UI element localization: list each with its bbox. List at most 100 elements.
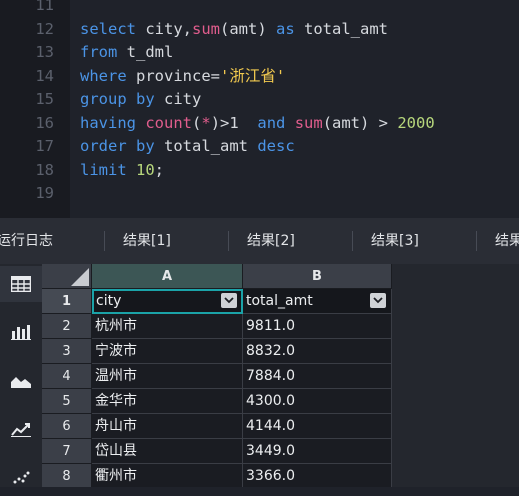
area-chart-icon xyxy=(11,377,31,388)
header-cell-city[interactable]: city xyxy=(92,289,243,314)
header-cell-total-amt[interactable]: total_amt xyxy=(243,289,392,314)
cell-city[interactable]: 温州市 xyxy=(92,364,243,389)
table-row: 6 舟山市 4144.0 xyxy=(42,414,392,439)
tab-divider xyxy=(352,231,353,251)
cell-city[interactable]: 金华市 xyxy=(92,389,243,414)
code-line[interactable]: 13 from t_dml xyxy=(0,41,519,64)
code-token: '浙江省' xyxy=(220,66,286,85)
scatter-chart-view-button[interactable] xyxy=(0,460,42,496)
result-tab-bar: 运行日志 结果[1] 结果[2] 结果[3] 结果 xyxy=(0,218,519,264)
table-row: 2 杭州市 9811.0 xyxy=(42,314,392,339)
code-token: 10 xyxy=(136,160,155,179)
code-line[interactable]: 14 where province='浙江省' xyxy=(0,65,519,88)
line-number: 12 xyxy=(35,19,54,38)
line-number: 19 xyxy=(35,184,54,202)
code-text: where province='浙江省' xyxy=(80,65,285,88)
table-row: 7 岱山县 3449.0 xyxy=(42,439,392,464)
chevron-down-icon xyxy=(373,297,383,304)
cell-total-amt[interactable]: 7884.0 xyxy=(243,364,392,389)
scatter-icon xyxy=(13,471,30,484)
row-number[interactable]: 1 xyxy=(42,289,92,314)
code-token: as xyxy=(276,19,304,38)
table-row: 3 宁波市 8832.0 xyxy=(42,339,392,364)
row-number[interactable]: 6 xyxy=(42,414,92,439)
row-number[interactable]: 7 xyxy=(42,439,92,464)
tab-result-1[interactable]: 结果[1] xyxy=(123,218,171,264)
code-line[interactable]: 17 order by total_amt desc xyxy=(0,135,519,158)
table-row: 5 金华市 4300.0 xyxy=(42,389,392,414)
tab-divider xyxy=(104,231,105,251)
code-text: order by total_amt desc xyxy=(80,135,295,158)
cell-total-amt[interactable]: 3449.0 xyxy=(243,439,392,464)
code-line[interactable]: 18 limit 10; xyxy=(0,159,519,182)
cell-city[interactable]: 舟山市 xyxy=(92,414,243,439)
line-number: 11 xyxy=(35,0,54,14)
row-number[interactable]: 5 xyxy=(42,389,92,414)
code-line[interactable]: 16 having count(*)>1 and sum(amt) > 2000 xyxy=(0,112,519,135)
row-number[interactable]: 2 xyxy=(42,314,92,339)
code-token: total_amt xyxy=(164,137,258,155)
select-all-corner[interactable] xyxy=(42,264,92,289)
header-label-city: city xyxy=(96,293,122,309)
code-token: city xyxy=(164,90,202,108)
cell-city[interactable]: 衢州市 xyxy=(92,464,243,487)
code-token: ; xyxy=(154,160,165,179)
code-text: group by city xyxy=(80,88,201,111)
line-number: 18 xyxy=(35,160,54,179)
code-text: having count(*)>1 and sum(amt) > 2000 xyxy=(80,112,435,135)
row-number[interactable]: 4 xyxy=(42,364,92,389)
tab-result-2[interactable]: 结果[2] xyxy=(247,218,295,264)
tab-divider xyxy=(476,231,477,251)
line-number: 13 xyxy=(35,43,54,61)
code-token: and xyxy=(257,113,295,132)
column-header-a[interactable]: A xyxy=(92,264,243,289)
code-line[interactable]: 12 select city,sum(amt) as total_amt xyxy=(0,18,519,41)
filter-dropdown-total-amt[interactable] xyxy=(370,293,386,308)
header-label-total-amt: total_amt xyxy=(246,293,313,309)
code-token: select xyxy=(80,19,146,38)
bar-chart-view-button[interactable] xyxy=(0,314,42,350)
code-token: sum xyxy=(192,19,220,38)
code-token: (amt) > xyxy=(322,113,398,132)
line-number: 14 xyxy=(35,66,54,85)
filter-dropdown-city[interactable] xyxy=(221,293,237,308)
column-header-b[interactable]: B xyxy=(243,264,392,289)
code-token: group by xyxy=(80,90,164,108)
tab-run-log[interactable]: 运行日志 xyxy=(0,218,53,264)
grid-empty-area xyxy=(392,264,519,487)
code-token: count xyxy=(145,113,192,132)
code-token: 2000 xyxy=(397,113,435,132)
cell-total-amt[interactable]: 9811.0 xyxy=(243,314,392,339)
tab-result-3[interactable]: 结果[3] xyxy=(371,218,419,264)
code-line[interactable]: 19 xyxy=(0,182,519,205)
view-mode-toolbar xyxy=(0,264,42,487)
code-line[interactable]: 15 group by city xyxy=(0,88,519,111)
cell-city[interactable]: 杭州市 xyxy=(92,314,243,339)
table-row: 8 衢州市 3366.0 xyxy=(42,464,392,487)
code-line[interactable]: 11 xyxy=(0,0,519,17)
bar-chart-icon xyxy=(11,325,31,340)
cell-total-amt[interactable]: 4300.0 xyxy=(243,389,392,414)
code-token: sum xyxy=(294,113,323,132)
sql-editor[interactable]: 11 12 select city,sum(amt) as total_amt 13 f… xyxy=(0,0,519,218)
line-chart-view-button[interactable] xyxy=(0,411,42,447)
cell-city[interactable]: 岱山县 xyxy=(92,439,243,464)
tab-result-4[interactable]: 结果 xyxy=(495,218,519,264)
cell-total-amt[interactable]: 8832.0 xyxy=(243,339,392,364)
area-chart-view-button[interactable] xyxy=(0,363,42,399)
select-all-triangle-icon xyxy=(71,268,89,286)
cell-total-amt[interactable]: 3366.0 xyxy=(243,464,392,487)
cell-city[interactable]: 宁波市 xyxy=(92,339,243,364)
code-token: order by xyxy=(80,137,164,155)
code-token: (amt) xyxy=(220,19,276,38)
code-token: from xyxy=(80,43,127,61)
code-token: t_dml xyxy=(126,43,174,61)
row-number[interactable]: 3 xyxy=(42,339,92,364)
cell-total-amt[interactable]: 4144.0 xyxy=(243,414,392,439)
code-token: having xyxy=(80,113,146,132)
table-grid-icon xyxy=(11,276,31,292)
table-row: 4 温州市 7884.0 xyxy=(42,364,392,389)
code-token: ( xyxy=(192,113,202,132)
table-view-button[interactable] xyxy=(0,266,42,302)
row-number[interactable]: 8 xyxy=(42,464,92,487)
